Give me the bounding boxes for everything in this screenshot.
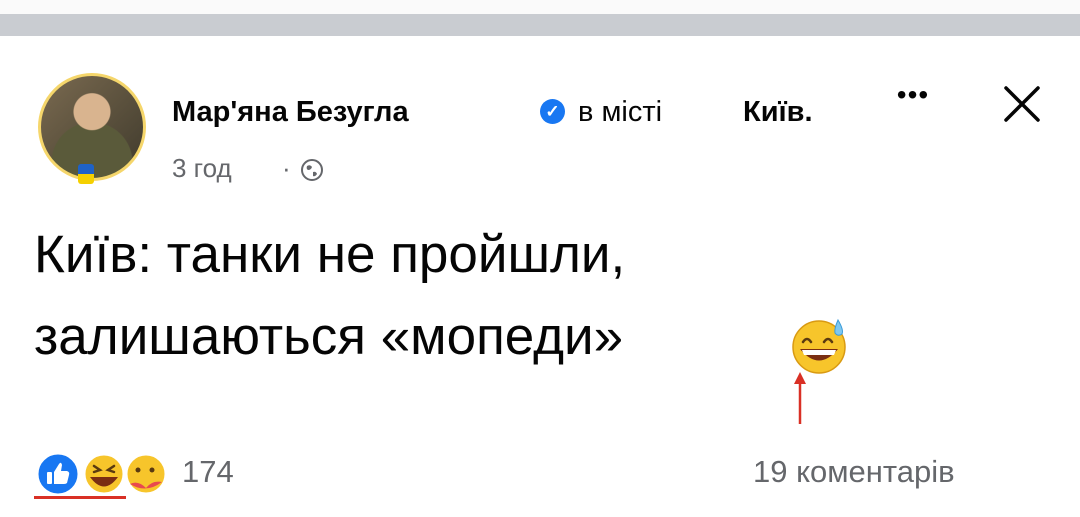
top-strip xyxy=(0,0,1080,14)
laughing-icon xyxy=(82,452,126,496)
post-text-line-2: залишаються «мопеди» xyxy=(34,307,624,366)
comments-count-link[interactable]: 19 коментарів xyxy=(753,454,955,490)
verified-badge-icon: ✓ xyxy=(540,99,565,124)
red-underline-annotation xyxy=(34,496,126,499)
author-name[interactable]: Мар'яна Безугла xyxy=(172,96,409,129)
grinning-sweat-emoji-icon xyxy=(792,318,846,374)
like-icon xyxy=(35,451,81,497)
ukraine-flag-icon xyxy=(78,164,94,184)
care-icon xyxy=(124,452,168,496)
globe-icon xyxy=(301,159,323,181)
more-options-button[interactable]: ••• xyxy=(888,80,938,110)
post-timestamp[interactable]: 3 год xyxy=(172,153,232,184)
red-arrow-annotation-icon xyxy=(794,372,806,424)
reactions-icons[interactable] xyxy=(34,450,174,498)
reaction-count[interactable]: 174 xyxy=(182,454,234,490)
post-text-line-1: Київ: танки не пройшли, xyxy=(34,225,626,284)
location-link[interactable]: Київ. xyxy=(743,96,813,129)
feed-divider xyxy=(0,14,1080,36)
dot-separator: · xyxy=(282,153,291,183)
close-icon[interactable] xyxy=(992,74,1052,134)
location-prefix: в місті xyxy=(578,96,663,128)
